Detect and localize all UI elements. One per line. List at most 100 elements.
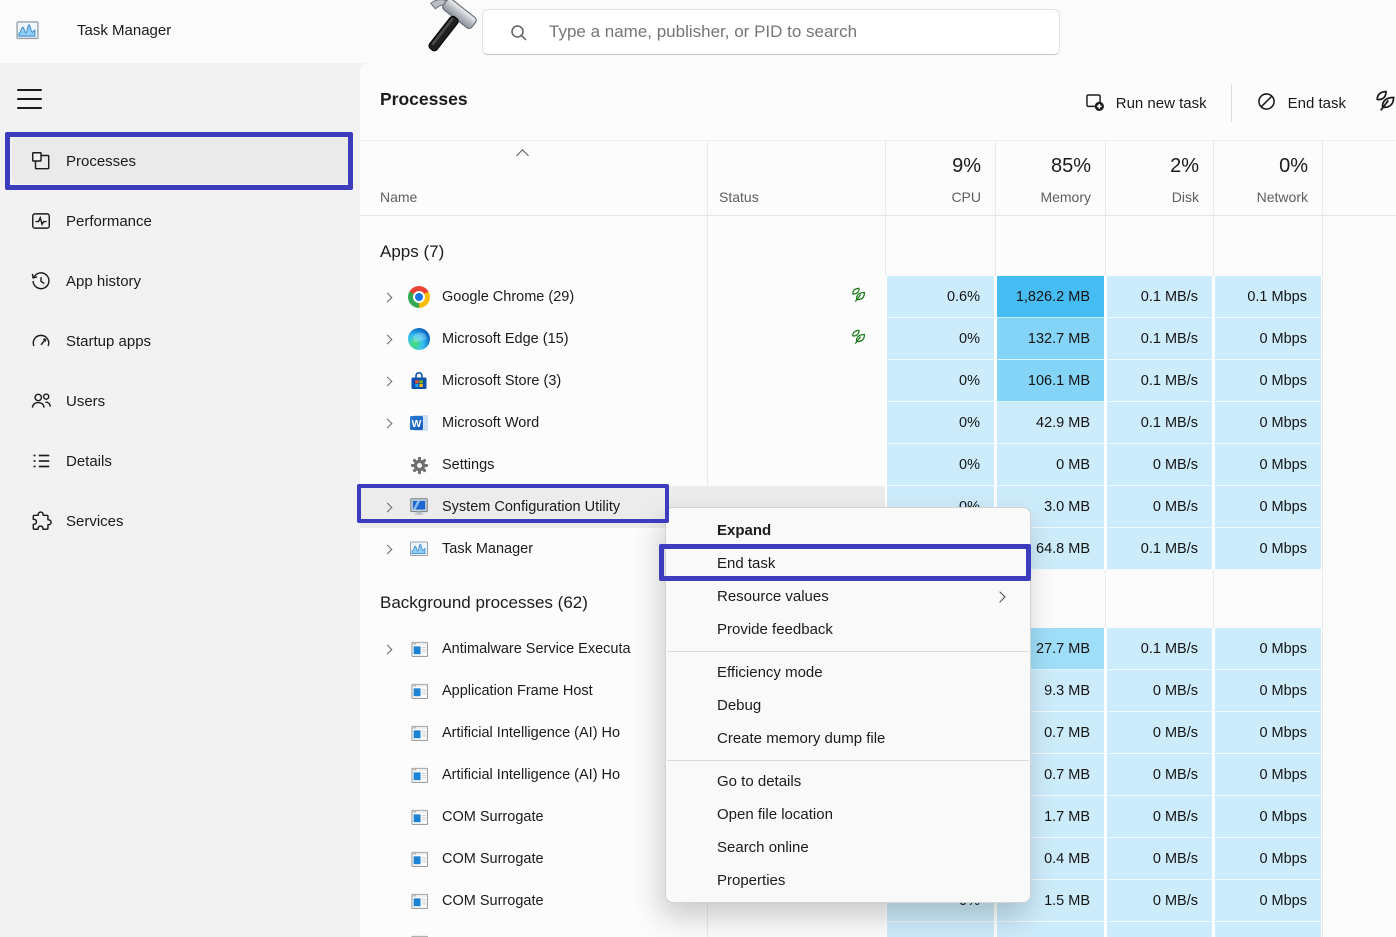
group-header[interactable]: Apps (7) xyxy=(360,216,1396,276)
menu-item-label: Properties xyxy=(717,872,785,889)
process-name-cell[interactable]: System Configuration Utility xyxy=(360,486,707,528)
sidebar-item-label: Performance xyxy=(66,213,152,230)
page-title: Processes xyxy=(380,89,468,110)
disk-cell: 0.1 MB/s xyxy=(1105,318,1213,360)
expand-chevron-icon[interactable] xyxy=(383,544,393,554)
process-name: System Configuration Utility xyxy=(442,499,620,515)
menu-divider xyxy=(667,651,1029,652)
expand-chevron-icon[interactable] xyxy=(383,334,393,344)
column-header-disk[interactable]: 2% Disk xyxy=(1105,141,1213,215)
process-name-cell[interactable]: Artificial Intelligence (AI) Ho xyxy=(360,754,707,796)
disk-cell: 0 MB/s xyxy=(1105,486,1213,528)
expand-chevron-icon[interactable] xyxy=(383,644,393,654)
expand-chevron-icon[interactable] xyxy=(383,376,393,386)
sidebar-item-app-history[interactable]: App history xyxy=(12,258,350,304)
process-name: Artificial Intelligence (AI) Ho xyxy=(442,767,620,783)
sidebar-item-performance[interactable]: Performance xyxy=(12,198,350,244)
menu-item-debug[interactable]: Debug xyxy=(666,689,1030,722)
memory-cell: 42.9 MB xyxy=(995,402,1105,444)
sidebar-item-services[interactable]: Services xyxy=(12,498,350,544)
column-header-status[interactable]: Status xyxy=(707,141,885,215)
run-new-task-button[interactable]: Run new task xyxy=(1074,83,1217,124)
sidebar-item-label: App history xyxy=(66,273,141,290)
disk-cell: 0 MB/s xyxy=(1105,712,1213,754)
menu-item-create-memory-dump-file[interactable]: Create memory dump file xyxy=(666,722,1030,755)
menu-item-provide-feedback[interactable]: Provide feedback xyxy=(666,613,1030,646)
run-new-task-label: Run new task xyxy=(1116,95,1207,112)
column-header-memory[interactable]: 85% Memory xyxy=(995,141,1105,215)
process-name-cell[interactable]: Microsoft Edge (15) xyxy=(360,318,707,360)
exe-icon xyxy=(408,638,430,660)
disk-cell: 0.1 MB/s xyxy=(1105,276,1213,318)
efficiency-mode-button[interactable] xyxy=(1362,79,1396,127)
process-name-cell[interactable]: COM Surrogate xyxy=(360,796,707,838)
search-input[interactable] xyxy=(549,10,1039,54)
process-row[interactable]: Microsoft Store (3) 0% 106.1 MB 0.1 MB/s… xyxy=(360,360,1396,402)
column-header-cpu[interactable]: 9% CPU xyxy=(885,141,995,215)
menu-item-efficiency-mode[interactable]: Efficiency mode xyxy=(666,656,1030,689)
disk-cell: 0 MB/s xyxy=(1105,796,1213,838)
process-row[interactable]: Google Chrome (29) 0.6% 1,826.2 MB 0.1 M… xyxy=(360,276,1396,318)
sidebar-item-processes[interactable]: Processes xyxy=(12,138,350,184)
column-header-network[interactable]: 0% Network xyxy=(1213,141,1322,215)
exe-icon xyxy=(408,806,430,828)
toolbar-actions: Run new task End task xyxy=(1074,81,1396,125)
network-cell: 0 Mbps xyxy=(1213,670,1322,712)
services-icon xyxy=(30,510,52,532)
process-name-cell[interactable] xyxy=(360,922,707,937)
memory-cell: 1,826.2 MB xyxy=(995,276,1105,318)
process-name-cell[interactable]: Google Chrome (29) xyxy=(360,276,707,318)
menu-item-search-online[interactable]: Search online xyxy=(666,831,1030,864)
sidebar-item-startup-apps[interactable]: Startup apps xyxy=(12,318,350,364)
sidebar-item-details[interactable]: Details xyxy=(12,438,350,484)
users-icon xyxy=(30,390,52,412)
process-name-cell[interactable]: COM Surrogate xyxy=(360,880,707,922)
taskmgr-icon xyxy=(408,538,430,560)
app-title: Task Manager xyxy=(77,22,171,39)
process-name-cell[interactable]: Application Frame Host xyxy=(360,670,707,712)
disk-cell: 0 MB/s xyxy=(1105,880,1213,922)
memory-cell: 132.7 MB xyxy=(995,318,1105,360)
selected-item-accent-pill xyxy=(6,148,10,174)
process-name-cell[interactable]: Microsoft Store (3) xyxy=(360,360,707,402)
processes-icon xyxy=(30,150,52,172)
process-name-cell[interactable]: Artificial Intelligence (AI) Ho xyxy=(360,712,707,754)
process-name-cell[interactable]: W Microsoft Word xyxy=(360,402,707,444)
process-row[interactable]: Settings 0% 0 MB 0 MB/s 0 Mbps xyxy=(360,444,1396,486)
toolbar-divider xyxy=(1231,84,1232,122)
process-row[interactable]: W Microsoft Word 0% 42.9 MB 0.1 MB/s 0 M… xyxy=(360,402,1396,444)
network-total: 0% xyxy=(1279,155,1308,178)
search-icon xyxy=(509,23,529,48)
menu-item-go-to-details[interactable]: Go to details xyxy=(666,765,1030,798)
group-header-label: Apps (7) xyxy=(380,242,444,262)
expand-chevron-icon[interactable] xyxy=(383,502,393,512)
search-box[interactable] xyxy=(482,9,1060,55)
menu-item-expand[interactable]: Expand xyxy=(666,514,1030,547)
expand-chevron-icon[interactable] xyxy=(383,292,393,302)
menu-item-resource-values[interactable]: Resource values xyxy=(666,580,1030,613)
expand-chevron-icon[interactable] xyxy=(383,418,393,428)
network-cell: 0 Mbps xyxy=(1213,360,1322,402)
process-name-cell[interactable]: COM Surrogate xyxy=(360,838,707,880)
process-row[interactable] xyxy=(360,922,1396,937)
table-header: Name Status 9% CPU 85% Memory 2% Disk 0%… xyxy=(360,140,1396,216)
process-name-cell[interactable]: Task Manager xyxy=(360,528,707,570)
process-name: Settings xyxy=(442,457,494,473)
efficiency-mode-leaf-icon xyxy=(1372,87,1396,119)
column-header-name[interactable]: Name xyxy=(360,141,707,215)
cpu-total: 9% xyxy=(952,155,981,178)
hamburger-menu-button[interactable] xyxy=(16,86,46,114)
status-cell xyxy=(707,402,885,444)
sidebar-item-users[interactable]: Users xyxy=(12,378,350,424)
process-name-cell[interactable]: Settings xyxy=(360,444,707,486)
disk-cell: 0 MB/s xyxy=(1105,754,1213,796)
network-cell: 0 Mbps xyxy=(1213,486,1322,528)
process-name-cell[interactable]: Antimalware Service Executa xyxy=(360,628,707,670)
menu-item-end-task[interactable]: End task xyxy=(666,547,1030,580)
process-row[interactable]: Microsoft Edge (15) 0% 132.7 MB 0.1 MB/s… xyxy=(360,318,1396,360)
network-cell: 0 Mbps xyxy=(1213,754,1322,796)
end-task-button[interactable]: End task xyxy=(1246,83,1356,124)
menu-item-open-file-location[interactable]: Open file location xyxy=(666,798,1030,831)
process-name: Artificial Intelligence (AI) Ho xyxy=(442,725,620,741)
menu-item-properties[interactable]: Properties xyxy=(666,864,1030,897)
